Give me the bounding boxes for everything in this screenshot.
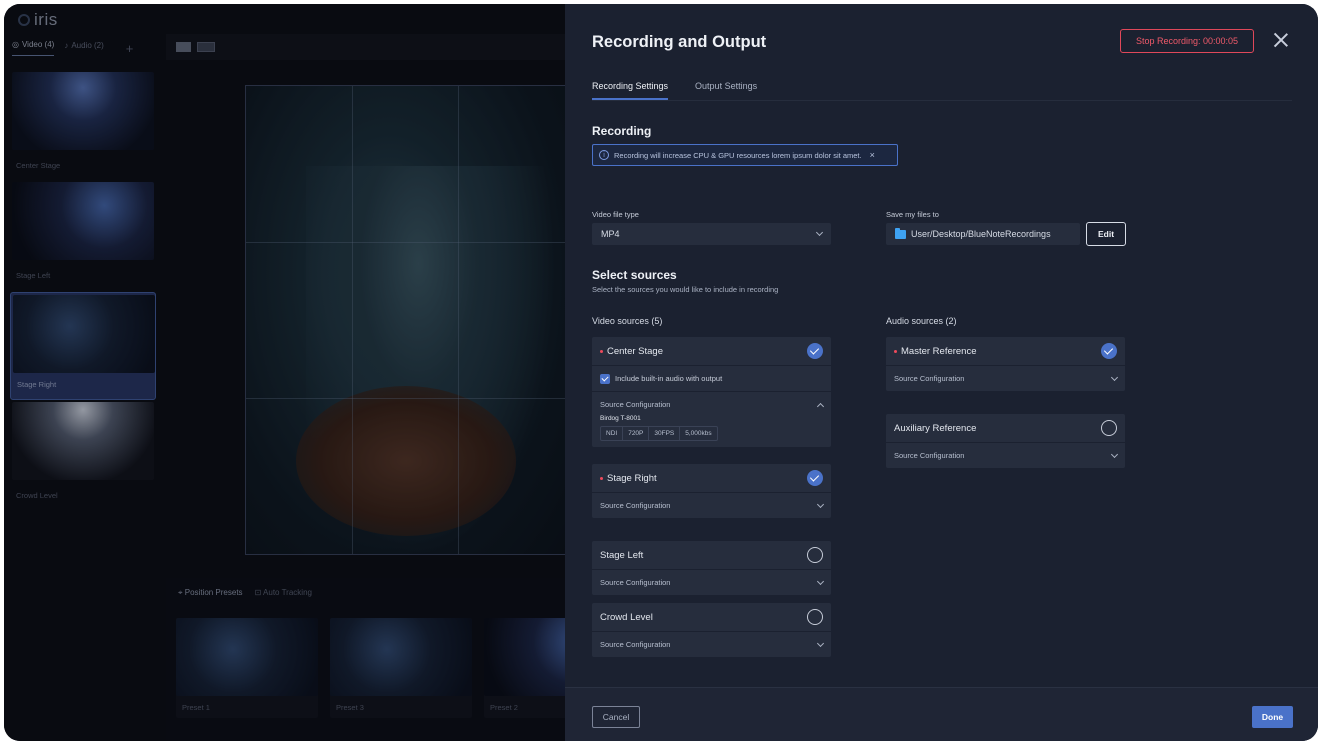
audio-source-card-master-reference: Master Reference Source Configuration — [886, 337, 1125, 391]
checked-circle-icon[interactable] — [1101, 343, 1117, 359]
source-name: Auxiliary Reference — [894, 423, 976, 434]
tab-recording-settings[interactable]: Recording Settings — [592, 81, 669, 100]
source-configuration-toggle[interactable]: Source Configuration — [592, 632, 831, 657]
info-text: Recording will increase CPU & GPU resour… — [614, 150, 862, 160]
source-name: Stage Right — [600, 473, 657, 484]
device-name: Birdog T-8001 — [600, 415, 641, 422]
unchecked-circle-icon[interactable] — [1101, 420, 1117, 436]
source-configuration-label: Source Configuration — [600, 501, 671, 510]
source-configuration-label: Source Configuration — [600, 640, 671, 649]
source-name-text: Center Stage — [607, 345, 663, 357]
source-name-text: Master Reference — [901, 345, 977, 357]
file-type-label: Video file type — [592, 210, 639, 219]
stop-recording-button[interactable]: Stop Recording: 00:00:05 — [1120, 29, 1254, 53]
chevron-up-icon — [816, 402, 825, 410]
audio-sources-label: Audio sources (2) — [886, 316, 957, 326]
video-source-card-center-stage: Center Stage Include built-in audio with… — [592, 337, 831, 447]
select-sources-title: Select sources — [592, 268, 677, 282]
video-sources-label: Video sources (5) — [592, 316, 663, 326]
unchecked-circle-icon[interactable] — [807, 547, 823, 563]
folder-icon — [895, 227, 906, 239]
source-configuration-label: Source Configuration — [600, 400, 671, 409]
checked-circle-icon[interactable] — [807, 343, 823, 359]
checked-circle-icon[interactable] — [807, 470, 823, 486]
dismiss-icon[interactable]: × — [870, 150, 875, 160]
live-dot-icon — [600, 476, 603, 480]
spec-tag: NDI — [601, 427, 624, 440]
source-name-text: Stage Left — [600, 549, 644, 561]
source-card-header[interactable]: Crowd Level — [592, 603, 831, 632]
source-configuration-toggle[interactable]: Source Configuration — [886, 443, 1125, 468]
source-configuration-toggle[interactable]: Source Configuration — [592, 392, 831, 417]
cancel-button[interactable]: Cancel — [592, 706, 640, 728]
source-card-header[interactable]: Master Reference — [886, 337, 1125, 366]
chevron-down-icon — [816, 639, 825, 647]
checkbox-checked-icon[interactable] — [600, 373, 610, 384]
file-type-select[interactable]: MP4 — [592, 223, 831, 245]
spec-tags: NDI 720P 30FPS 5,000kbs — [600, 426, 718, 441]
source-card-header[interactable]: Stage Left — [592, 541, 831, 570]
settings-tabs: Recording Settings Output Settings — [592, 81, 1292, 101]
source-name: Center Stage — [600, 346, 663, 357]
panel-title: Recording and Output — [592, 33, 767, 51]
video-source-card-stage-left: Stage Left Source Configuration — [592, 541, 831, 595]
edit-path-button[interactable]: Edit — [1086, 222, 1126, 246]
spec-tag: 5,000kbs — [685, 430, 712, 437]
chevron-down-icon — [816, 577, 825, 585]
source-configuration-toggle[interactable]: Source Configuration — [592, 493, 831, 518]
source-configuration-toggle[interactable]: Source Configuration — [592, 570, 831, 595]
unchecked-circle-icon[interactable] — [807, 609, 823, 625]
source-name: Stage Left — [600, 550, 643, 561]
save-path-field[interactable]: User/Desktop/BlueNoteRecordings — [886, 223, 1080, 245]
source-name: Master Reference — [894, 346, 977, 357]
video-source-card-crowd-level: Crowd Level Source Configuration — [592, 603, 831, 657]
source-configuration-label: Source Configuration — [600, 578, 671, 587]
source-name-text: Stage Right — [607, 472, 657, 484]
live-dot-icon — [600, 349, 603, 353]
include-audio-row[interactable]: Include built-in audio with output — [592, 366, 831, 392]
audio-source-card-auxiliary-reference: Auxiliary Reference Source Configuration — [886, 414, 1125, 468]
file-type-value: MP4 — [601, 229, 620, 239]
source-configuration-label: Source Configuration — [894, 451, 965, 460]
background-app: iris ◎ Video (4) ♪ Audio (2) + Center St… — [4, 4, 626, 741]
source-card-header[interactable]: Center Stage — [592, 337, 831, 366]
chevron-down-icon — [1110, 450, 1119, 458]
info-banner: i Recording will increase CPU & GPU reso… — [592, 144, 898, 166]
source-name: Crowd Level — [600, 612, 653, 623]
save-location-label: Save my files to — [886, 210, 939, 219]
source-card-header[interactable]: Auxiliary Reference — [886, 414, 1125, 443]
chevron-down-icon — [816, 500, 825, 508]
modal-overlay[interactable] — [4, 4, 566, 741]
info-icon: i — [599, 150, 609, 160]
spec-tag: 720P — [623, 427, 650, 440]
tab-output-settings[interactable]: Output Settings — [695, 81, 757, 100]
source-configuration-label: Source Configuration — [894, 374, 965, 383]
spec-tag: 30FPS — [649, 427, 681, 440]
app-window: iris ◎ Video (4) ♪ Audio (2) + Center St… — [4, 4, 1318, 741]
source-name-text: Crowd Level — [600, 611, 653, 623]
chevron-down-icon — [1110, 373, 1119, 381]
chevron-down-icon — [815, 228, 824, 237]
recording-section-title: Recording — [592, 124, 652, 138]
panel-footer: Cancel Done — [565, 687, 1318, 741]
save-path-value: User/Desktop/BlueNoteRecordings — [911, 229, 1051, 239]
include-audio-label: Include built-in audio with output — [615, 374, 723, 383]
source-configuration-toggle[interactable]: Source Configuration — [886, 366, 1125, 391]
video-source-card-stage-right: Stage Right Source Configuration — [592, 464, 831, 518]
source-card-header[interactable]: Stage Right — [592, 464, 831, 493]
live-dot-icon — [894, 349, 897, 353]
close-icon[interactable] — [1273, 32, 1289, 48]
source-name-text: Auxiliary Reference — [894, 422, 977, 434]
select-sources-subtitle: Select the sources you would like to inc… — [592, 285, 779, 294]
done-button[interactable]: Done — [1252, 706, 1293, 728]
recording-output-panel: Recording and Output Stop Recording: 00:… — [565, 4, 1318, 741]
